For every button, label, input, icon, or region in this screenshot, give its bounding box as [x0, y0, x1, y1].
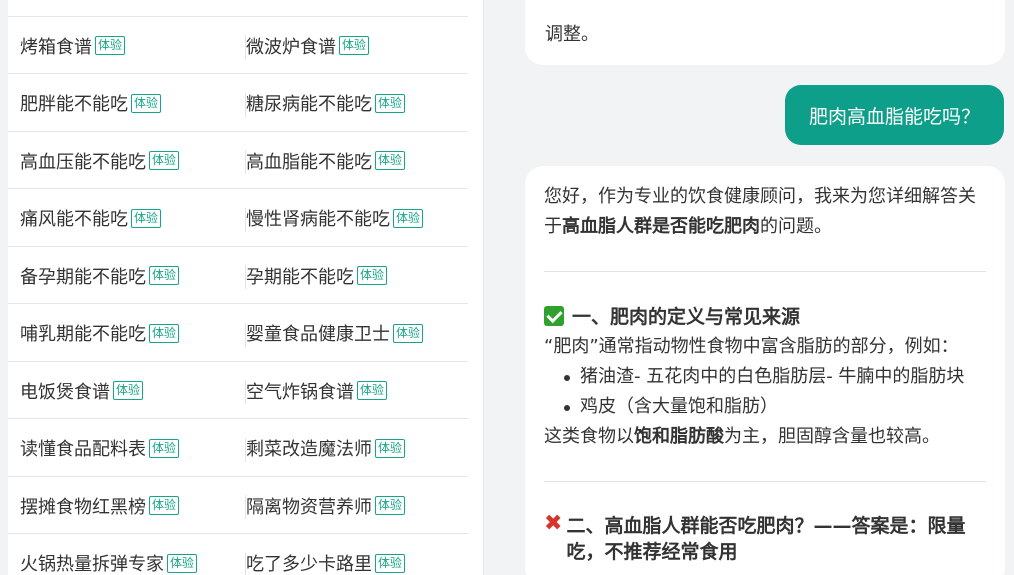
- tool-item[interactable]: 剩菜改造魔法师 体验: [246, 420, 406, 477]
- bullet-list: 猪油渣- 五花肉中的白色脂肪层- 牛腩中的脂肪块 鸡皮（含大量饱和脂肪）: [544, 362, 986, 422]
- tool-item[interactable]: 备孕期能不能吃 体验: [20, 247, 180, 304]
- tool-item[interactable]: 孕期能不能吃 体验: [246, 247, 388, 304]
- trial-badge[interactable]: 体验: [149, 438, 180, 458]
- tool-row: 摆摊食物红黑榜 体验 隔离物资营养师 体验: [8, 477, 468, 534]
- tool-label: 哺乳期能不能吃: [20, 324, 146, 345]
- tool-row: 火锅热量拆弹专家 体验 吃了多少卡路里 体验: [8, 535, 468, 575]
- trial-badge[interactable]: 体验: [357, 266, 388, 285]
- tool-label: 隔离物资营养师: [246, 496, 372, 518]
- summary-text: 这类食物以: [544, 426, 634, 447]
- user-message-text: 肥肉高血脂能吃吗？: [808, 105, 980, 128]
- tool-label: 微波炉食谱: [246, 36, 336, 58]
- trial-badge[interactable]: 体验: [95, 36, 126, 55]
- intro-text-end: 的问题。: [760, 216, 832, 237]
- section-heading-1: 一、肥肉的定义与常见来源: [544, 302, 986, 329]
- trial-badge[interactable]: 体验: [149, 266, 180, 285]
- tool-item[interactable]: 隔离物资营养师 体验: [246, 477, 406, 534]
- tool-item[interactable]: 慢性肾病能不能吃 体验: [246, 190, 424, 247]
- trial-badge[interactable]: 体验: [375, 553, 406, 573]
- tool-label: 电饭煲食谱: [20, 381, 110, 403]
- tool-item[interactable]: 吃了多少卡路里 体验: [246, 535, 406, 575]
- section-heading-2: ✖ 二、高血脂人群能否吃肥肉？——答案是：限量吃，不推荐经常食用: [544, 513, 986, 565]
- tool-item[interactable]: 糖尿病能不能吃 体验: [246, 75, 406, 132]
- chat-area: 调整。 肥肉高血脂能吃吗？ 您好，作为专业的饮食健康顾问，我来为您详细解答关于高…: [505, 0, 1014, 575]
- section-title: 二、高血脂人群能否吃肥肉？——答案是：限量吃，不推荐经常食用: [566, 515, 966, 563]
- trial-badge[interactable]: 体验: [339, 36, 370, 55]
- trial-badge[interactable]: 体验: [149, 323, 180, 343]
- answer-intro: 您好，作为专业的饮食健康顾问，我来为您详细解答关于高血脂人群是否能吃肥肉的问题。: [544, 182, 986, 242]
- trial-badge[interactable]: 体验: [131, 208, 162, 228]
- tool-label: 备孕期能不能吃: [20, 266, 146, 288]
- tool-item[interactable]: 微波炉食谱 体验: [246, 17, 370, 74]
- tool-label: 剩菜改造魔法师: [246, 439, 372, 460]
- tool-label: 火锅热量拆弹专家: [20, 554, 164, 575]
- tool-label: 孕期能不能吃: [246, 266, 354, 288]
- tool-row: 痛风能不能吃 体验 慢性肾病能不能吃 体验: [8, 190, 468, 247]
- tool-label: 摆摊食物红黑榜: [20, 496, 146, 518]
- tool-item[interactable]: 痛风能不能吃 体验: [20, 190, 162, 247]
- tool-label: 糖尿病能不能吃: [246, 94, 372, 115]
- tool-label: 痛风能不能吃: [20, 209, 128, 230]
- tool-item[interactable]: 烤箱食谱 体验: [20, 17, 126, 74]
- cross-mark-icon: ✖: [544, 511, 563, 536]
- assistant-message: 您好，作为专业的饮食健康顾问，我来为您详细解答关于高血脂人群是否能吃肥肉的问题。…: [525, 166, 1005, 575]
- tool-label: 慢性肾病能不能吃: [246, 209, 390, 230]
- tool-item[interactable]: 婴童食品健康卫士 体验: [246, 305, 424, 362]
- user-message: 肥肉高血脂能吃吗？: [785, 85, 1004, 145]
- tool-list-panel: 烤箱食谱 体验 微波炉食谱 体验 肥胖能不能吃 体验 糖尿病能不能吃 体验 高血压能不能吃 体验高…: [8, 0, 484, 575]
- list-item: 鸡皮（含大量饱和脂肪）: [562, 392, 986, 422]
- tool-label: 吃了多少卡路里: [246, 554, 372, 575]
- trial-badge[interactable]: 体验: [375, 93, 406, 113]
- tool-label: 高血脂能不能吃: [246, 151, 372, 173]
- summary-text-end: 为主，胆固醇含量也较高。: [724, 426, 940, 447]
- trial-badge[interactable]: 体验: [357, 381, 388, 400]
- tool-row: 烤箱食谱 体验 微波炉食谱 体验: [8, 17, 468, 74]
- check-mark-icon: [544, 305, 564, 326]
- trial-badge[interactable]: 体验: [167, 553, 198, 573]
- tool-row: 哺乳期能不能吃 体验 婴童食品健康卫士 体验: [8, 305, 468, 362]
- tool-label: 高血压能不能吃: [20, 151, 146, 173]
- section-text: “肥肉”通常指动物性食物中富含脂肪的部分，例如：: [544, 336, 959, 357]
- tool-item[interactable]: 哺乳期能不能吃 体验: [20, 305, 180, 362]
- trial-badge[interactable]: 体验: [375, 151, 406, 170]
- divider: [544, 481, 986, 482]
- intro-bold-text: 高血脂人群是否能吃肥肉: [562, 216, 760, 237]
- assistant-message-previous: 调整。: [525, 0, 1005, 65]
- tool-item[interactable]: 高血脂能不能吃 体验: [246, 132, 406, 189]
- summary-bold-text: 饱和脂肪酸: [634, 426, 724, 447]
- tool-item[interactable]: 肥胖能不能吃 体验: [20, 75, 162, 132]
- tool-item[interactable]: 读懂食品配料表 体验: [20, 420, 180, 477]
- trial-badge[interactable]: 体验: [149, 496, 180, 515]
- tool-label: 婴童食品健康卫士: [246, 324, 390, 345]
- tool-row: 肥胖能不能吃 体验 糖尿病能不能吃 体验: [8, 75, 468, 132]
- trial-badge[interactable]: 体验: [131, 93, 162, 113]
- divider: [544, 271, 986, 272]
- tool-row: 电饭煲食谱 体验 空气炸锅食谱 体验: [8, 362, 468, 419]
- tool-row: 备孕期能不能吃 体验 孕期能不能吃 体验: [8, 247, 468, 304]
- trial-badge[interactable]: 体验: [393, 323, 424, 343]
- tool-item[interactable]: 空气炸锅食谱 体验: [246, 362, 388, 419]
- trial-badge[interactable]: 体验: [393, 208, 424, 228]
- tool-row: 读懂食品配料表 体验 剩菜改造魔法师 体验: [8, 420, 468, 477]
- tool-label: 烤箱食谱: [20, 36, 92, 58]
- tool-item[interactable]: 火锅热量拆弹专家 体验: [20, 535, 198, 575]
- trial-badge[interactable]: 体验: [149, 151, 180, 170]
- tool-item[interactable]: 摆摊食物红黑榜 体验: [20, 477, 180, 534]
- section-title: 一、肥肉的定义与常见来源: [572, 306, 801, 328]
- tool-label: 空气炸锅食谱: [246, 381, 354, 403]
- trial-badge[interactable]: 体验: [375, 496, 406, 515]
- list-item: 猪油渣- 五花肉中的白色脂肪层- 牛腩中的脂肪块: [562, 362, 986, 392]
- section-summary: 这类食物以饱和脂肪酸为主，胆固醇含量也较高。: [544, 422, 986, 452]
- tool-item[interactable]: 电饭煲食谱 体验: [20, 362, 144, 419]
- trial-badge[interactable]: 体验: [375, 438, 406, 458]
- tool-label: 读懂食品配料表: [20, 439, 146, 460]
- message-text: 调整。: [545, 24, 599, 45]
- tool-row: 高血压能不能吃 体验 高血脂能不能吃 体验: [8, 132, 468, 189]
- tool-label: 肥胖能不能吃: [20, 94, 128, 115]
- trial-badge[interactable]: 体验: [113, 381, 144, 400]
- tool-item[interactable]: 高血压能不能吃 体验: [20, 132, 180, 189]
